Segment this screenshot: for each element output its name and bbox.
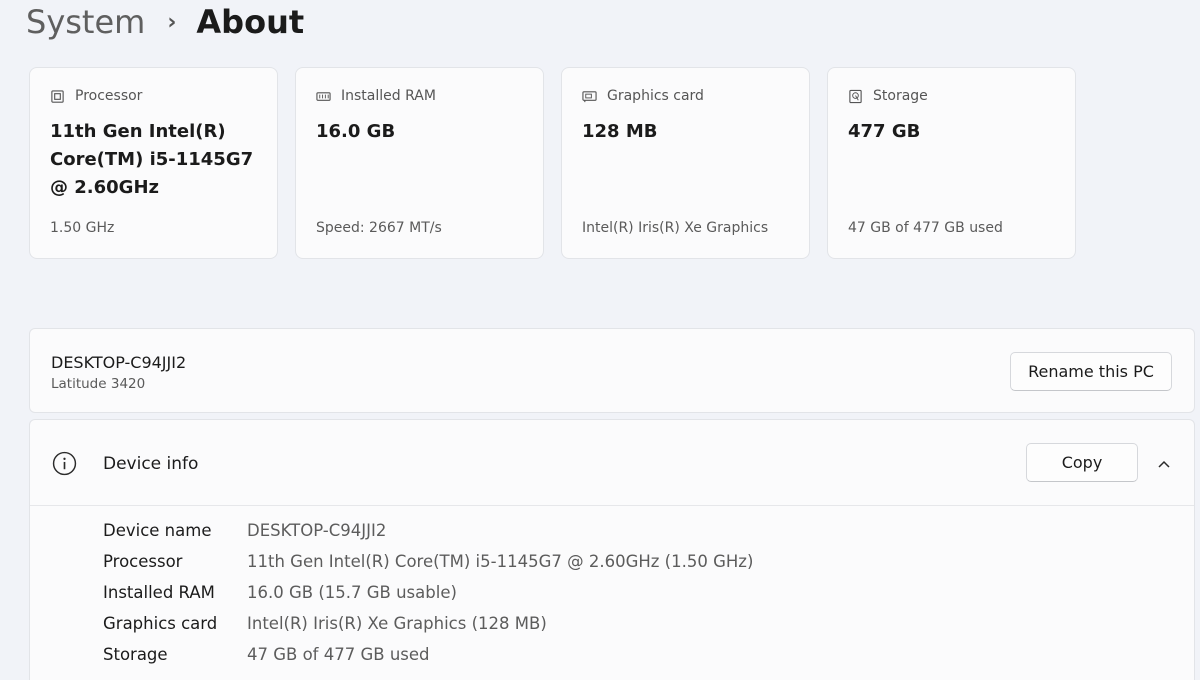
spec-value: DESKTOP-C94JJI2 [247, 521, 387, 540]
info-icon [52, 451, 77, 476]
graphics-card: Graphics card 128 MB Intel(R) Iris(R) Xe… [561, 67, 810, 259]
ram-card-label: Installed RAM [341, 88, 436, 104]
rename-pc-button[interactable]: Rename this PC [1010, 352, 1172, 391]
chevron-up-icon[interactable] [1154, 454, 1174, 474]
spec-row-processor: Processor 11th Gen Intel(R) Core(TM) i5-… [103, 552, 753, 576]
spec-value: 47 GB of 477 GB used [247, 645, 430, 664]
copy-button[interactable]: Copy [1026, 443, 1138, 482]
pc-model: Latitude 3420 [51, 376, 146, 392]
processor-card-sub: 1.50 GHz [50, 220, 115, 236]
spec-row-storage: Storage 47 GB of 477 GB used [103, 645, 430, 669]
storage-card-label: Storage [873, 88, 928, 104]
pc-name: DESKTOP-C94JJI2 [51, 353, 187, 372]
spec-value: Intel(R) Iris(R) Xe Graphics (128 MB) [247, 614, 547, 633]
ram-card-sub: Speed: 2667 MT/s [316, 220, 442, 236]
spec-key: Installed RAM [103, 583, 215, 602]
storage-card-value: 477 GB [848, 121, 921, 142]
spec-key: Storage [103, 645, 168, 664]
spec-value: 11th Gen Intel(R) Core(TM) i5-1145G7 @ 2… [247, 552, 754, 571]
storage-card-sub: 47 GB of 477 GB used [848, 220, 1003, 236]
graphics-card-icon [582, 90, 597, 102]
pc-name-panel: DESKTOP-C94JJI2 Latitude 3420 Rename thi… [29, 328, 1195, 413]
graphics-card-value: 128 MB [582, 121, 658, 142]
graphics-card-sub: Intel(R) Iris(R) Xe Graphics [582, 220, 769, 236]
storage-icon [849, 89, 862, 103]
device-info-title: Device info [103, 454, 199, 474]
spec-key: Device name [103, 521, 212, 540]
ram-icon [316, 91, 331, 101]
spec-key: Graphics card [103, 614, 218, 633]
graphics-card-label: Graphics card [607, 88, 704, 104]
spec-row-installed-ram: Installed RAM 16.0 GB (15.7 GB usable) [103, 583, 457, 607]
spec-key: Processor [103, 552, 183, 571]
breadcrumb-system-link[interactable]: System [26, 3, 145, 41]
ram-card-value: 16.0 GB [316, 121, 396, 142]
storage-card: Storage 477 GB 47 GB of 477 GB used [827, 67, 1076, 259]
processor-icon [51, 89, 64, 103]
spec-row-device-name: Device name DESKTOP-C94JJI2 [103, 521, 386, 545]
device-info-panel: Device info Copy Device name DESKTOP-C94… [29, 419, 1195, 680]
page-title: About [196, 3, 305, 41]
processor-card: Processor 11th Gen Intel(R) Core(TM) i5-… [29, 67, 278, 259]
processor-card-value: 11th Gen Intel(R) Core(TM) i5-1145G7 @ 2… [50, 121, 254, 198]
breadcrumb: System › About [26, 0, 304, 44]
breadcrumb-separator: › [167, 9, 177, 35]
spec-value: 16.0 GB (15.7 GB usable) [247, 583, 457, 602]
processor-card-label: Processor [75, 88, 143, 104]
ram-card: Installed RAM 16.0 GB Speed: 2667 MT/s [295, 67, 544, 259]
spec-row-graphics-card: Graphics card Intel(R) Iris(R) Xe Graphi… [103, 614, 547, 638]
device-info-header[interactable]: Device info Copy [30, 420, 1194, 506]
